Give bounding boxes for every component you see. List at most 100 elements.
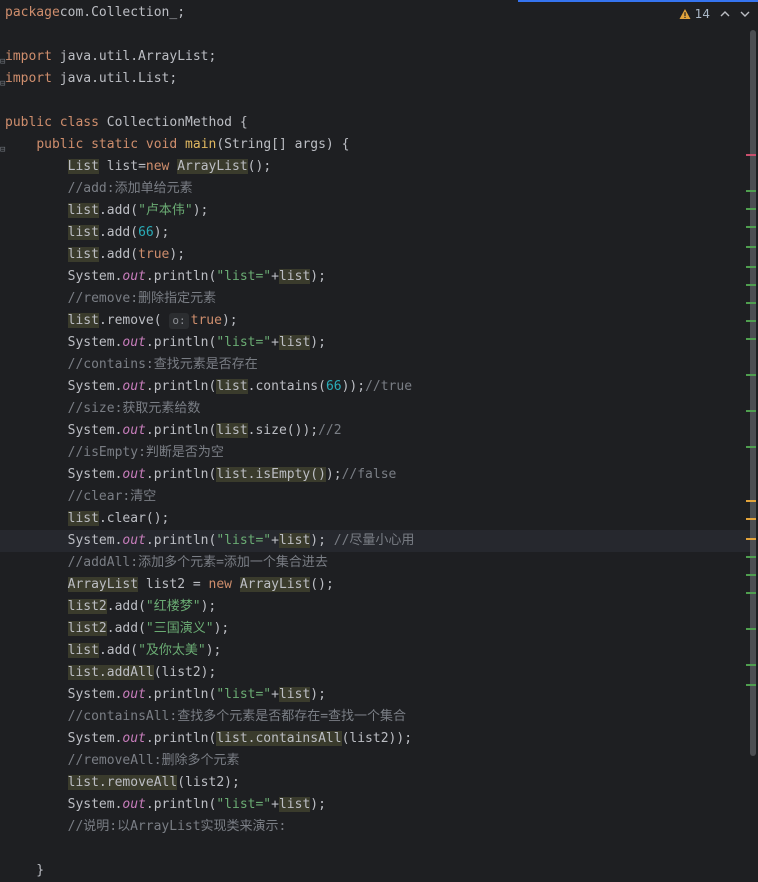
code-line[interactable]: list.addAll(list2); xyxy=(0,662,751,684)
error-stripe-mark[interactable] xyxy=(746,446,756,448)
code-line[interactable]: packagecom.Collection_; xyxy=(0,2,751,24)
code-token: System. xyxy=(5,687,123,702)
code-line[interactable] xyxy=(0,90,751,112)
code-token: .clear(); xyxy=(98,511,170,526)
code-token: ); xyxy=(192,203,209,218)
code-line[interactable]: //containsAll:查找多个元素是否都存在=查找一个集合 xyxy=(0,706,751,728)
code-line[interactable]: //size:获取元素给数 xyxy=(0,398,751,420)
code-token: list xyxy=(67,203,99,218)
code-line[interactable]: System.out.println(list.contains(66));//… xyxy=(0,376,751,398)
code-token: ); xyxy=(213,621,230,636)
error-stripe-mark[interactable] xyxy=(746,154,756,156)
error-stripe-mark[interactable] xyxy=(746,374,756,376)
error-stripe-mark[interactable] xyxy=(746,538,756,540)
code-line[interactable]: ⊟ import java.util.ArrayList; xyxy=(0,46,751,68)
error-stripe-mark[interactable] xyxy=(746,410,756,412)
code-line[interactable] xyxy=(0,838,751,860)
code-line[interactable]: System.out.println("list="+list); //尽量小心… xyxy=(0,530,751,552)
code-line[interactable]: list.remove( o: true); xyxy=(0,310,751,332)
code-token: list2 xyxy=(67,621,107,636)
code-token: new xyxy=(208,577,233,592)
parameter-hint: o: xyxy=(169,313,189,329)
code-line[interactable]: list.removeAll(list2); xyxy=(0,772,751,794)
code-line[interactable]: //remove:删除指定元素 xyxy=(0,288,751,310)
code-line[interactable]: ⊟ public static void main(String[] args)… xyxy=(0,134,751,156)
code-token: main xyxy=(185,137,217,152)
code-token: list= xyxy=(98,159,146,174)
code-line[interactable] xyxy=(0,24,751,46)
code-line[interactable]: System.out.println(list.isEmpty());//fal… xyxy=(0,464,751,486)
code-token: System. xyxy=(5,335,123,350)
error-stripe-mark[interactable] xyxy=(746,664,756,666)
error-stripe-mark[interactable] xyxy=(746,302,756,304)
code-line[interactable]: ArrayList list2 = new ArrayList(); xyxy=(0,574,751,596)
code-line[interactable]: list.add(true); xyxy=(0,244,751,266)
scrollbar-thumb[interactable] xyxy=(750,30,756,756)
error-stripe-mark[interactable] xyxy=(746,338,756,340)
error-stripe-mark[interactable] xyxy=(746,628,756,630)
code-line[interactable]: list.clear(); xyxy=(0,508,751,530)
code-token: list.removeAll xyxy=(67,775,178,790)
code-token: + xyxy=(271,687,279,702)
error-stripe-mark[interactable] xyxy=(746,190,756,192)
code-line[interactable]: System.out.println("list="+list); xyxy=(0,684,751,706)
code-line[interactable]: List list=new ArrayList(); xyxy=(0,156,751,178)
code-token: out xyxy=(122,335,146,350)
code-line[interactable]: System.out.println(list.size());//2 xyxy=(0,420,751,442)
code-token: "及你太美" xyxy=(138,643,206,658)
code-editor[interactable]: 14 packagecom.Collection_; ⊟ import java.u… xyxy=(0,0,758,878)
code-token: (); xyxy=(310,577,334,592)
code-token: out xyxy=(122,533,146,548)
code-token: list2 xyxy=(67,599,107,614)
code-line[interactable]: //addAll:添加多个元素=添加一个集合进去 xyxy=(0,552,751,574)
code-token: public xyxy=(36,137,84,152)
code-line[interactable]: //isEmpty:判断是否为空 xyxy=(0,442,751,464)
error-stripe-mark[interactable] xyxy=(746,284,756,286)
code-line[interactable]: //说明:以ArrayList实现类来演示: xyxy=(0,816,751,838)
code-token: true xyxy=(138,247,170,262)
code-token: "list=" xyxy=(216,335,272,350)
code-line[interactable]: } xyxy=(0,860,751,882)
code-token: list xyxy=(278,335,311,350)
code-line[interactable]: //contains:查找元素是否存在 xyxy=(0,354,751,376)
code-line[interactable]: list.add("及你太美"); xyxy=(0,640,751,662)
error-stripe-mark[interactable] xyxy=(746,518,756,520)
code-line[interactable]: ⊟ import java.util.List; xyxy=(0,68,751,90)
error-stripe-mark[interactable] xyxy=(746,500,756,502)
error-stripe-mark[interactable] xyxy=(746,266,756,268)
code-line[interactable]: System.out.println("list="+list); xyxy=(0,332,751,354)
code-token: .println( xyxy=(145,269,217,284)
code-line[interactable]: System.out.println("list="+list); xyxy=(0,794,751,816)
code-token: static xyxy=(91,137,139,152)
code-token: .println( xyxy=(145,423,217,438)
error-stripe-mark[interactable] xyxy=(746,246,756,248)
code-token: ArrayList xyxy=(67,577,139,592)
code-token: ); xyxy=(310,335,326,350)
code-token: list xyxy=(67,643,99,658)
code-token: list2 = xyxy=(138,577,209,592)
error-stripe-mark[interactable] xyxy=(746,684,756,686)
error-stripe-mark[interactable] xyxy=(746,592,756,594)
code-line[interactable]: System.out.println("list="+list); xyxy=(0,266,751,288)
error-stripe-mark[interactable] xyxy=(746,574,756,576)
code-token: //containsAll:查找多个元素是否都存在=查找一个集合 xyxy=(67,709,407,724)
error-stripe-mark[interactable] xyxy=(746,208,756,210)
error-stripe-mark[interactable] xyxy=(746,226,756,228)
code-line[interactable]: list.add(66); xyxy=(0,222,751,244)
code-token: (list2)); xyxy=(341,731,413,746)
error-stripe-mark[interactable] xyxy=(746,556,756,558)
code-line[interactable]: list.add("卢本伟"); xyxy=(0,200,751,222)
code-line[interactable]: System.out.println(list.containsAll(list… xyxy=(0,728,751,750)
code-line[interactable]: //add:添加单给元素 xyxy=(0,178,751,200)
code-line[interactable]: public class CollectionMethod { xyxy=(0,112,751,134)
code-token: ArrayList xyxy=(177,159,248,174)
code-line[interactable]: list2.add("红楼梦"); xyxy=(0,596,751,618)
error-stripe-mark[interactable] xyxy=(746,320,756,322)
code-line[interactable]: //removeAll:删除多个元素 xyxy=(0,750,751,772)
code-line[interactable]: list2.add("三国演义"); xyxy=(0,618,751,640)
code-line[interactable]: //clear:清空 xyxy=(0,486,751,508)
